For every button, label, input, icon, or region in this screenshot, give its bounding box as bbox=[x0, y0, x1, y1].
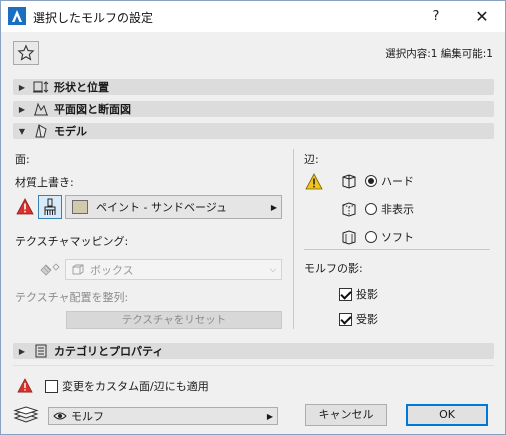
soft-edge-icon bbox=[342, 230, 356, 245]
face-label: 面: bbox=[15, 153, 30, 166]
hidden-edge-icon bbox=[342, 202, 356, 217]
cast-shadow-option[interactable]: 投影 bbox=[339, 286, 378, 302]
bottom-separator bbox=[13, 365, 494, 366]
section-label: カテゴリとプロパティ bbox=[54, 345, 164, 358]
expand-arrow-icon: ▶ bbox=[18, 346, 26, 356]
radio-label-soft: ソフト bbox=[381, 231, 414, 244]
radio-label-hard: ハード bbox=[381, 175, 414, 188]
section-shape-position[interactable]: ▶ 形状と位置 bbox=[13, 79, 494, 95]
paint-brush-icon bbox=[44, 198, 56, 215]
apply-custom-checkbox[interactable] bbox=[45, 379, 58, 393]
material-override-toggle[interactable] bbox=[38, 195, 62, 219]
shape-position-icon bbox=[31, 79, 51, 95]
cast-shadow-label: 投影 bbox=[356, 288, 378, 301]
edge-option-hard[interactable]: ハード bbox=[341, 172, 414, 190]
material-value: ペイント - サンドベージュ bbox=[96, 201, 227, 214]
star-icon bbox=[17, 44, 35, 61]
texture-align-label: テクスチャ配置を整列: bbox=[15, 291, 129, 304]
material-row: ペイント - サンドベージュ ▶ bbox=[38, 195, 282, 219]
radio-hidden[interactable] bbox=[365, 203, 377, 215]
section-label: 平面図と断面図 bbox=[54, 103, 131, 116]
expand-arrow-icon: ▶ bbox=[18, 104, 26, 114]
eye-icon bbox=[53, 412, 67, 420]
favorites-button[interactable] bbox=[13, 41, 39, 65]
expand-arrow-icon: ▶ bbox=[18, 82, 26, 92]
texture-mapping-label: テクスチャマッピング: bbox=[15, 235, 129, 248]
collapse-arrow-icon: ▼ bbox=[18, 126, 26, 136]
layer-value: モルフ bbox=[71, 410, 104, 423]
column-divider bbox=[293, 149, 294, 329]
shadow-divider bbox=[304, 249, 490, 250]
edge-label: 辺: bbox=[304, 153, 319, 166]
texture-mapping-value: ボックス bbox=[90, 263, 134, 277]
section-model[interactable]: ▼ モデル bbox=[13, 123, 494, 139]
cast-shadow-checkbox[interactable] bbox=[339, 287, 352, 301]
layer-select[interactable]: モルフ ▶ bbox=[48, 407, 278, 425]
edge-option-hidden[interactable]: 非表示 bbox=[341, 200, 414, 218]
chevron-down-icon: ⌵ bbox=[269, 264, 277, 275]
ok-button[interactable]: OK bbox=[406, 404, 488, 426]
error-warning-icon bbox=[16, 198, 34, 215]
model-icon bbox=[31, 123, 51, 139]
error-warning-icon bbox=[17, 378, 33, 393]
texture-mapping-select[interactable]: ボックス ⌵ bbox=[65, 259, 282, 280]
plan-section-icon bbox=[31, 101, 51, 117]
hard-edge-icon bbox=[342, 174, 356, 189]
section-category-properties[interactable]: ▶ カテゴリとプロパティ bbox=[13, 343, 494, 359]
category-properties-icon bbox=[31, 343, 51, 359]
radio-label-hidden: 非表示 bbox=[381, 203, 414, 216]
title-bar: 選択したモルフの設定 ? ✕ bbox=[1, 1, 505, 32]
cancel-button[interactable]: キャンセル bbox=[305, 404, 387, 426]
receive-shadow-option[interactable]: 受影 bbox=[339, 311, 378, 327]
material-swatch bbox=[72, 200, 88, 214]
material-popup[interactable]: ペイント - サンドベージュ ▶ bbox=[65, 195, 282, 219]
section-plan-section[interactable]: ▶ 平面図と断面図 bbox=[13, 101, 494, 117]
selection-info: 選択内容:1 編集可能:1 bbox=[385, 48, 493, 60]
shadow-label: モルフの影: bbox=[304, 262, 363, 275]
edge-option-soft[interactable]: ソフト bbox=[341, 228, 414, 246]
archicad-logo-icon bbox=[8, 7, 26, 25]
window-title: 選択したモルフの設定 bbox=[33, 11, 154, 25]
texture-reset-button[interactable]: テクスチャをリセット bbox=[66, 311, 282, 329]
radio-hard[interactable] bbox=[365, 175, 377, 187]
apply-custom-label: 変更をカスタム面/辺にも適用 bbox=[62, 380, 209, 393]
apply-custom-option[interactable]: 変更をカスタム面/辺にも適用 bbox=[45, 378, 209, 394]
radio-soft[interactable] bbox=[365, 231, 377, 243]
box-mapping-icon bbox=[72, 264, 84, 274]
settings-dialog: 選択したモルフの設定 ? ✕ 選択内容:1 編集可能:1 ▶ 形状と位置 ▶ 平… bbox=[0, 0, 506, 435]
texture-mapping-icon bbox=[40, 263, 60, 276]
help-button[interactable]: ? bbox=[425, 7, 447, 27]
warning-icon bbox=[305, 173, 323, 190]
popup-arrow-icon: ▶ bbox=[270, 202, 278, 212]
section-label: モデル bbox=[54, 125, 87, 138]
close-button[interactable]: ✕ bbox=[469, 6, 495, 28]
section-label: 形状と位置 bbox=[54, 81, 109, 94]
layer-icon bbox=[13, 406, 39, 423]
receive-shadow-label: 受影 bbox=[356, 313, 378, 326]
receive-shadow-checkbox[interactable] bbox=[339, 312, 352, 326]
material-override-label: 材質上書き: bbox=[15, 176, 74, 189]
popup-arrow-icon: ▶ bbox=[266, 411, 274, 421]
